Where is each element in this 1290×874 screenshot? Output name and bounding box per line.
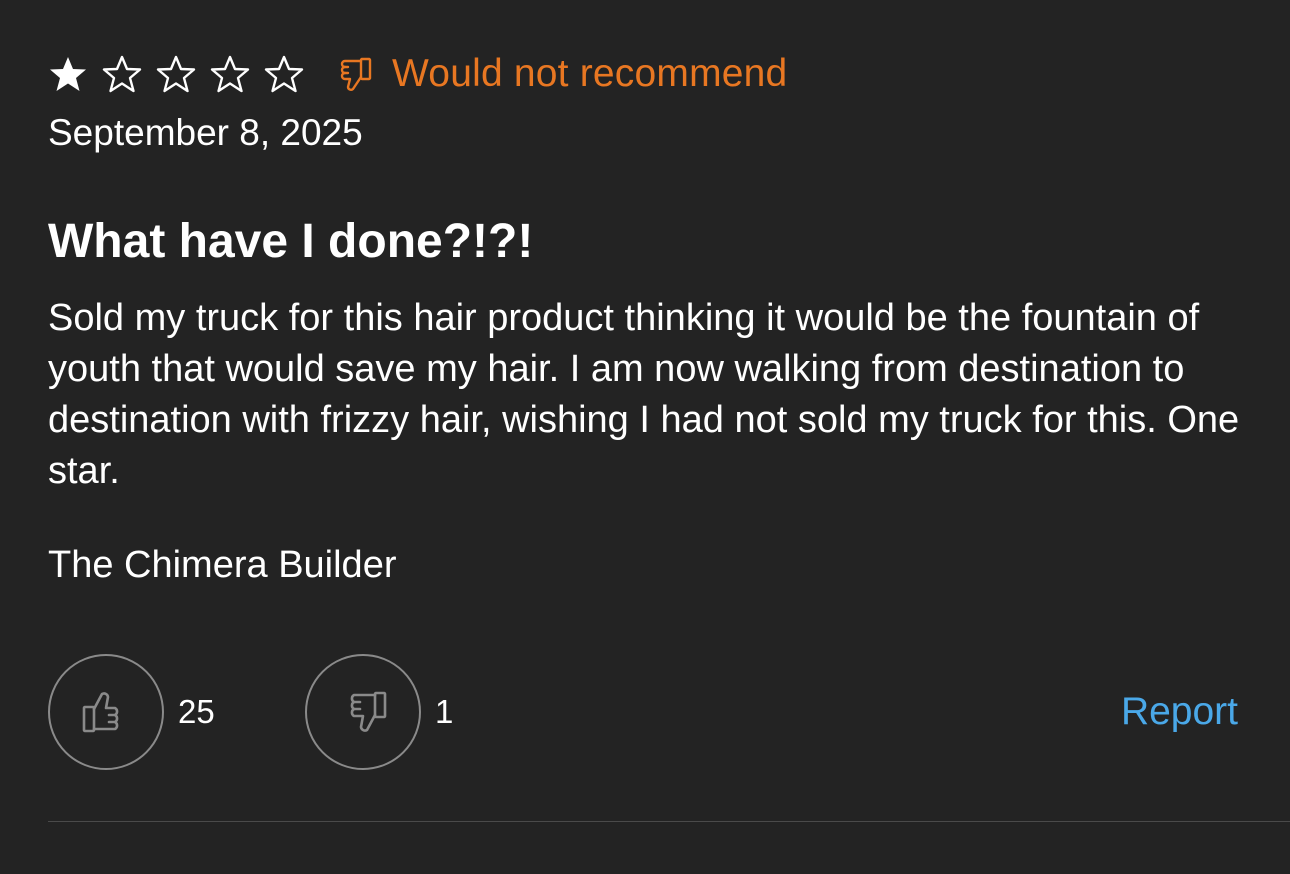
unhelpful-vote: 1 [305,654,453,770]
thumbs-up-icon [82,692,119,733]
thumbs-down-icon [350,691,387,732]
helpful-count: 25 [178,693,215,730]
report-link[interactable]: Report [1121,690,1238,734]
thumbs-up-button[interactable] [48,654,164,770]
review-author: The Chimera Builder [48,544,397,586]
star-rating [48,54,318,94]
star-empty-icon [264,54,304,94]
review-body: Sold my truck for this hair product thin… [48,297,1240,492]
thumbs-down-icon [332,53,374,95]
review-title: What have I done?!?! [48,215,534,268]
thumbs-down-button[interactable] [305,654,421,770]
rating-row: Would not recommend [48,50,787,98]
star-filled-icon [48,54,88,94]
recommendation-label: Would not recommend [392,52,788,95]
review-card: Would not recommend September 8, 2025 Wh… [48,0,1248,874]
divider [48,821,1290,822]
star-empty-icon [102,54,142,94]
review-date: September 8, 2025 [48,112,363,153]
star-empty-icon [210,54,250,94]
helpful-vote: 25 [48,654,215,770]
star-empty-icon [156,54,196,94]
unhelpful-count: 1 [435,693,454,730]
